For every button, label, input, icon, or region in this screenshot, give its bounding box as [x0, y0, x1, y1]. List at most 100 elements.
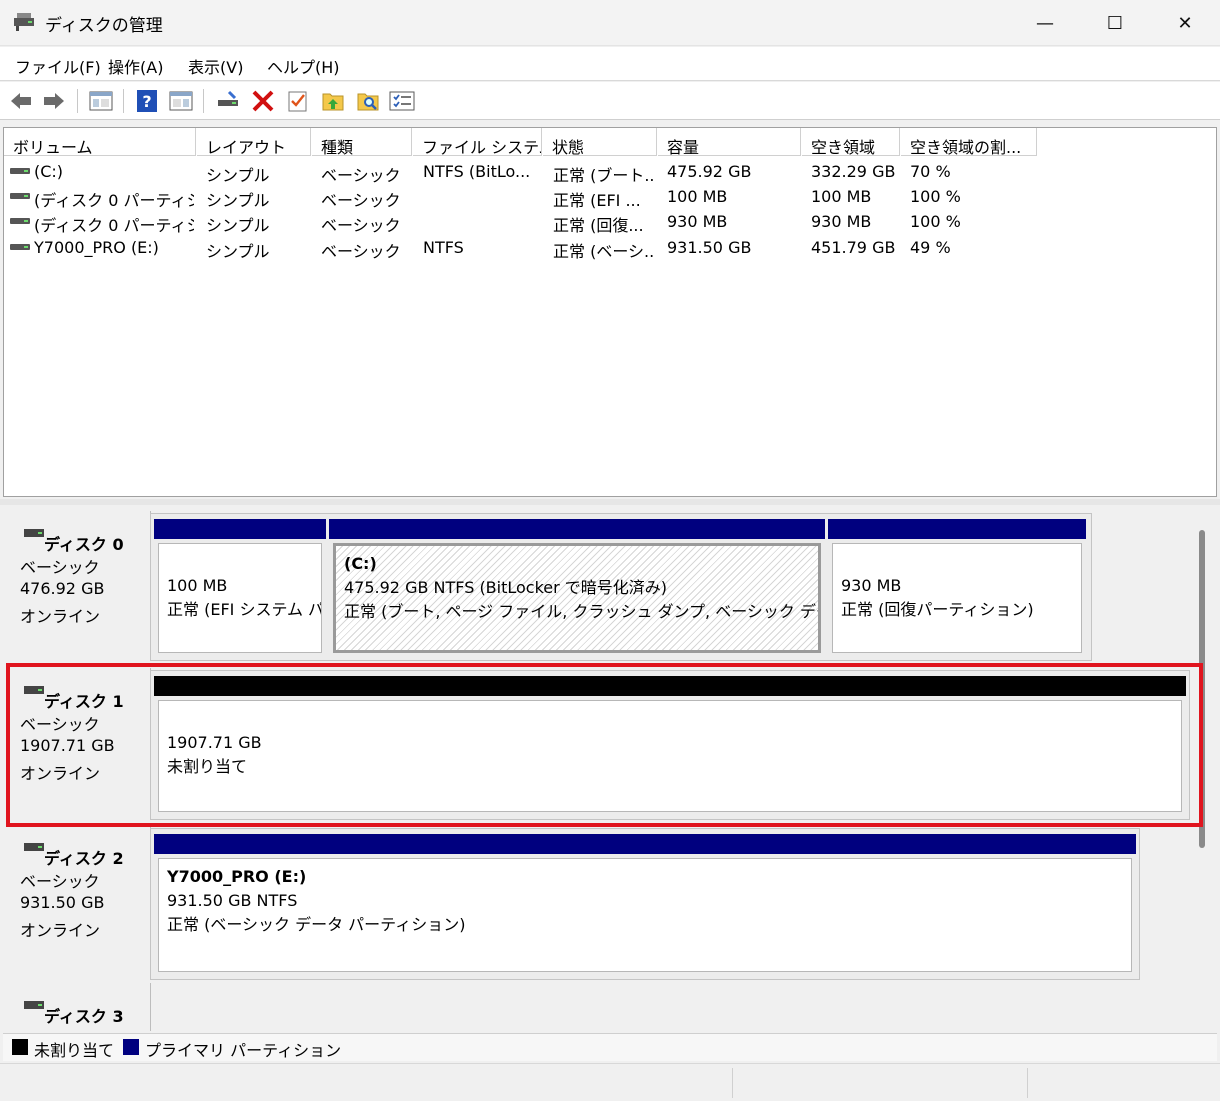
volume-name: (ディスク 0 パーティショ... [34, 216, 194, 235]
partition-box: (C:) 475.92 GB NTFS (BitLocker で暗号化済み) 正… [333, 543, 821, 653]
column-header-filesystem[interactable]: ファイル システム [413, 128, 542, 156]
volume-row[interactable]: (C:) シンプル ベーシック NTFS (BitLo... 正常 (ブート..… [4, 159, 1216, 185]
disk-3-label[interactable]: ディスク 3 リムーバブル (D:) [5, 983, 151, 1031]
column-header-free-percent[interactable]: 空き領域の割... [901, 128, 1037, 156]
volume-status: 正常 (回復... [553, 216, 644, 235]
folder-search-icon [357, 93, 379, 111]
partition-recovery[interactable]: 930 MB 正常 (回復パーティション) [828, 519, 1086, 657]
volume-row[interactable]: (ディスク 0 パーティショ... シンプル ベーシック 正常 (回復... 9… [4, 209, 1216, 235]
disk-size: 931.50 GB [20, 893, 105, 912]
status-divider [1027, 1068, 1028, 1098]
disk-name: ディスク 3 [44, 1007, 124, 1026]
legend: 未割り当て プライマリ パーティション [3, 1033, 1217, 1061]
column-header-layout[interactable]: レイアウト [197, 128, 311, 156]
delete-icon [252, 90, 274, 112]
folder-up-icon [322, 93, 344, 111]
volume-name: (C:) [34, 162, 64, 181]
disk-name: ディスク 2 [44, 849, 124, 868]
close-button[interactable]: ✕ [1150, 0, 1220, 46]
volume-free-percent: 100 % [910, 187, 961, 206]
toolbar: ? [0, 82, 1220, 120]
column-header-status[interactable]: 状態 [543, 128, 657, 156]
partition-efi[interactable]: 100 MB 正常 (EFI システム パーティション) [154, 519, 326, 657]
volume-layout: シンプル [206, 216, 270, 235]
partition-title: (C:) [344, 554, 377, 573]
volume-capacity: 931.50 GB [667, 238, 752, 257]
help-button[interactable]: ? [134, 88, 160, 114]
volume-free: 930 MB [811, 212, 872, 231]
volume-free: 332.29 GB [811, 162, 896, 181]
window-title: ディスクの管理 [45, 16, 163, 36]
column-header-free-space[interactable]: 空き領域 [802, 128, 900, 156]
properties-icon [169, 91, 193, 111]
disk-size: 476.92 GB [20, 579, 105, 598]
volume-type: ベーシック [321, 216, 401, 235]
volume-free-percent: 100 % [910, 212, 961, 231]
disk-name: ディスク 0 [44, 535, 124, 554]
menu-view[interactable]: 表示(V) [188, 54, 243, 78]
disk-kind: リムーバブル (D:) [20, 1026, 150, 1031]
partition-status: 正常 (ベーシック データ パーティション) [167, 915, 466, 934]
title-bar: ディスクの管理 — ☐ ✕ [0, 0, 1220, 46]
column-header-capacity[interactable]: 容量 [658, 128, 801, 156]
forward-button[interactable] [41, 88, 67, 114]
back-button[interactable] [8, 88, 34, 114]
menu-action[interactable]: 操作(A) [108, 54, 163, 78]
volume-list[interactable]: ボリューム レイアウト 種類 ファイル システム 状態 容量 空き領域 空き領域… [3, 127, 1217, 497]
delete-button[interactable] [250, 88, 276, 114]
partition-status: 正常 (回復パーティション) [841, 600, 1034, 619]
legend-label-primary: プライマリ パーティション [145, 1041, 342, 1060]
volume-status: 正常 (EFI ... [553, 191, 641, 210]
disk-icon [24, 529, 44, 537]
volume-row[interactable]: (ディスク 0 パーティショ... シンプル ベーシック 正常 (EFI ...… [4, 184, 1216, 210]
menu-file[interactable]: ファイル(F) [15, 54, 101, 78]
partition-box: Y7000_PRO (E:) 931.50 GB NTFS 正常 (ベーシック … [158, 858, 1132, 972]
partition-c[interactable]: (C:) 475.92 GB NTFS (BitLocker で暗号化済み) 正… [329, 519, 825, 657]
maximize-icon: ☐ [1106, 12, 1124, 34]
folder-up-button[interactable] [320, 88, 346, 114]
volume-status: 正常 (ブート... [553, 166, 655, 185]
disk-0-label[interactable]: ディスク 0 ベーシック 476.92 GB オンライン [5, 511, 151, 658]
properties-button[interactable] [168, 88, 194, 114]
partition-bar [154, 834, 1136, 854]
volume-layout: シンプル [206, 242, 270, 261]
volume-capacity: 100 MB [667, 187, 728, 206]
volume-type: ベーシック [321, 242, 401, 261]
drive-icon [10, 193, 30, 199]
disk-management-app-icon [14, 13, 34, 31]
volume-status: 正常 (ベーシ... [553, 242, 655, 261]
back-arrow-icon [11, 93, 31, 109]
menu-help[interactable]: ヘルプ(H) [267, 54, 340, 78]
connect-drive-button[interactable] [215, 88, 241, 114]
folder-search-button[interactable] [355, 88, 381, 114]
partition-size: 100 MB [167, 576, 228, 595]
column-header-type[interactable]: 種類 [312, 128, 412, 156]
disk-icon [24, 1001, 44, 1009]
volume-filesystem: NTFS [423, 238, 464, 257]
column-header-volume[interactable]: ボリューム [4, 128, 196, 156]
volume-type: ベーシック [321, 191, 401, 210]
volume-row[interactable]: Y7000_PRO (E:) シンプル ベーシック NTFS 正常 (ベーシ..… [4, 235, 1216, 261]
disk-state: オンライン [20, 921, 101, 940]
show-console-tree-button[interactable] [88, 88, 114, 114]
maximize-button[interactable]: ☐ [1080, 0, 1150, 46]
svg-text:?: ? [142, 92, 151, 111]
partition-box: 100 MB 正常 (EFI システム パーティション) [158, 543, 322, 653]
minimize-button[interactable]: — [1010, 0, 1080, 46]
check-button[interactable] [285, 88, 311, 114]
settings-list-button[interactable] [389, 88, 415, 114]
console-tree-icon [89, 91, 113, 111]
partition-size: 475.92 GB NTFS (BitLocker で暗号化済み) [344, 578, 668, 597]
partition-status: 正常 (ブート, ページ ファイル, クラッシュ ダンプ, ベーシック データ … [344, 602, 818, 621]
settings-list-icon [389, 91, 415, 111]
close-icon: ✕ [1177, 12, 1193, 34]
volume-type: ベーシック [321, 166, 401, 185]
volume-capacity: 475.92 GB [667, 162, 752, 181]
toolbar-separator [77, 89, 78, 113]
disk-2-label[interactable]: ディスク 2 ベーシック 931.50 GB オンライン [5, 825, 151, 980]
partition-e[interactable]: Y7000_PRO (E:) 931.50 GB NTFS 正常 (ベーシック … [154, 834, 1136, 976]
partition-size: 931.50 GB NTFS [167, 891, 298, 910]
volume-free: 451.79 GB [811, 238, 896, 257]
status-divider [732, 1068, 733, 1098]
volume-free-percent: 70 % [910, 162, 951, 181]
